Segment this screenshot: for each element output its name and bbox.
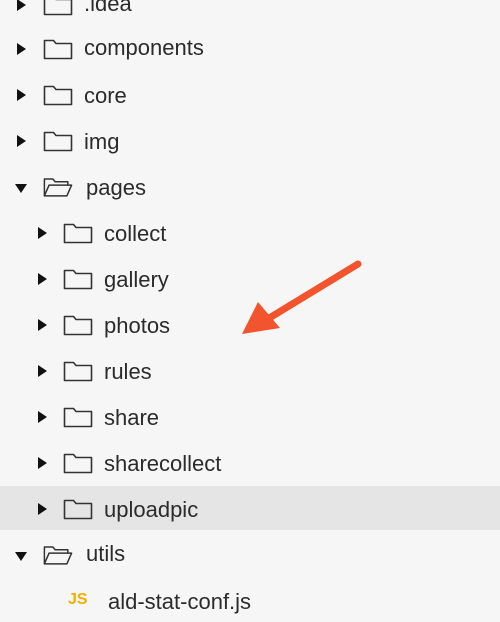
folder-icon (63, 269, 93, 290)
tree-item-label: pages (86, 175, 146, 200)
tree-item-label: share (104, 405, 160, 430)
caret-right-icon[interactable] (38, 365, 47, 377)
caret-right-icon[interactable] (38, 273, 47, 285)
red-pointer-arrow (242, 260, 362, 334)
tree-item-idea[interactable]: .idea (0, 0, 500, 26)
caret-right-icon[interactable] (17, 43, 26, 55)
folder-icon (43, 0, 73, 16)
tree-item-label: collect (104, 221, 167, 246)
tree-item-label: gallery (104, 267, 169, 292)
tree-item-utils[interactable]: utils (0, 532, 500, 576)
folder-icon (63, 315, 93, 336)
tree-item-label: core (84, 83, 127, 108)
tree-item-sharecollect[interactable]: sharecollect (0, 440, 500, 484)
tree-item-share[interactable]: share (0, 394, 500, 438)
caret-right-icon[interactable] (38, 319, 47, 331)
folder-icon (63, 407, 93, 428)
tree-item-uploadpic[interactable]: uploadpic (0, 486, 500, 530)
folder-open-icon (43, 178, 73, 197)
tree-item-label: uploadpic (104, 497, 199, 522)
caret-right-icon[interactable] (17, 135, 26, 147)
caret-right-icon[interactable] (17, 89, 26, 101)
tree-item-label: img (84, 129, 120, 154)
tree-item-ald-stat-conf[interactable]: JS ald-stat-conf.js (0, 578, 500, 622)
tree-item-label: sharecollect (104, 451, 222, 476)
folder-open-icon (43, 546, 73, 565)
tree-item-label: utils (86, 541, 126, 566)
tree-item-label: rules (104, 359, 152, 384)
folder-icon (63, 499, 93, 520)
caret-right-icon[interactable] (38, 411, 47, 423)
tree-item-label: components (84, 35, 204, 60)
tree-item-label: .idea (84, 0, 132, 16)
caret-right-icon[interactable] (38, 457, 47, 469)
tree-item-rules[interactable]: rules (0, 348, 500, 392)
tree-item-label: ald-stat-conf.js (108, 589, 252, 614)
folder-icon (63, 453, 93, 474)
folder-icon (43, 39, 73, 60)
tree-item-collect[interactable]: collect (0, 210, 500, 254)
folder-icon (63, 223, 93, 244)
tree-item-img[interactable]: img (0, 118, 500, 162)
tree-item-pages[interactable]: pages (0, 164, 500, 208)
js-file-icon: JS (68, 591, 88, 608)
caret-right-icon[interactable] (38, 227, 47, 239)
tree-item-components[interactable]: components (0, 26, 500, 70)
folder-icon (43, 131, 73, 152)
folder-icon (63, 361, 93, 382)
tree-item-label: photos (104, 313, 171, 338)
caret-down-icon[interactable] (15, 184, 27, 193)
caret-right-icon[interactable] (38, 503, 47, 515)
caret-right-icon[interactable] (17, 0, 26, 11)
tree-item-core[interactable]: core (0, 72, 500, 116)
caret-down-icon[interactable] (15, 552, 27, 561)
folder-icon (43, 85, 73, 106)
